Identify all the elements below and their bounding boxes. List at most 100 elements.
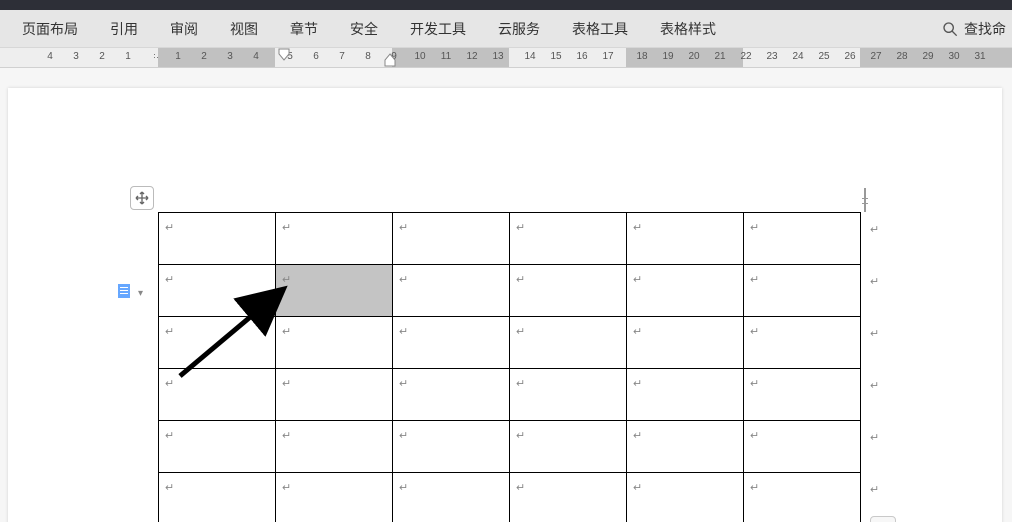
menu-chapter[interactable]: 章节 [274,10,334,47]
table-cell[interactable]: ↵ [159,317,276,369]
ruler-column-marker [154,54,162,62]
table-cell[interactable]: ↵ [276,317,393,369]
table-cell[interactable]: ↵ [276,421,393,473]
table-row: ↵↵↵↵↵↵ [159,265,861,317]
ruler-number: 6 [310,51,322,62]
table-cell[interactable]: ↵ [510,213,627,265]
table-cell[interactable]: ↵ [627,421,744,473]
add-row-button[interactable]: + [870,516,896,522]
ruler-number: 4 [250,51,262,62]
table-cell[interactable]: ↵ [159,369,276,421]
ruler-number: 21 [714,51,726,62]
search-button[interactable]: 查找命 [942,19,1012,39]
paragraph-mark: ↵ [282,222,291,234]
ruler-number: 27 [870,51,882,62]
table-cell[interactable]: ↵ [159,265,276,317]
menu-view[interactable]: 视图 [214,10,274,47]
menu-page-layout[interactable]: 页面布局 [6,10,94,47]
table-cell[interactable]: ↵ [744,369,861,421]
ruler-number: 10 [414,51,426,62]
ruler-number: 16 [576,51,588,62]
table-cell[interactable]: ↵ [744,317,861,369]
ruler-number: 30 [948,51,960,62]
chevron-down-icon[interactable]: ▾ [138,288,143,299]
table-move-handle[interactable] [130,186,154,210]
table-cell[interactable]: ↵ [744,265,861,317]
table-cell[interactable]: ↵ [510,265,627,317]
table-cell[interactable]: ↵ [510,421,627,473]
document-table[interactable]: ↵↵↵↵↵↵↵↵↵↵↵↵↵↵↵↵↵↵↵↵↵↵↵↵↵↵↵↵↵↵↵↵↵↵↵↵↵↵↵↵… [158,212,861,522]
paragraph-mark: ↵ [633,326,642,338]
table-cell[interactable]: ↵ [627,369,744,421]
table-cell[interactable]: ↵ [627,317,744,369]
paragraph-mark: ↵ [633,274,642,286]
ruler-number: 20 [688,51,700,62]
menu-label: 表格工具 [572,19,628,39]
menu-label: 审阅 [170,19,198,39]
menu-label: 云服务 [498,19,540,39]
table-cell[interactable]: ↵ [276,473,393,522]
paragraph-mark: ↵ [282,482,291,494]
paragraph-mark: ↵ [282,274,291,286]
table-cell[interactable]: ↵ [744,213,861,265]
table-cell[interactable]: ↵ [393,265,510,317]
ruler-number: 2 [198,51,210,62]
ruler-number: 28 [896,51,908,62]
ruler-number: 23 [766,51,778,62]
table-cell[interactable]: ↵ [510,473,627,522]
search-icon [942,21,958,37]
ruler-number: 3 [70,51,82,62]
paragraph-mark: ↵ [750,326,759,338]
table-resize-handle[interactable] [864,188,866,212]
table-cell[interactable]: ↵ [276,265,393,317]
document-area[interactable]: ▾ ↵↵↵↵↵↵↵↵↵↵↵↵↵↵↵↵↵↵↵↵↵↵↵↵↵↵↵↵↵↵↵↵↵↵↵↵↵↵… [0,68,1012,522]
titlebar [0,0,1012,10]
table-cell[interactable]: ↵ [627,213,744,265]
table-cell[interactable]: ↵ [627,265,744,317]
table-cell[interactable]: ↵ [510,369,627,421]
paragraph-mark: ↵ [633,222,642,234]
paragraph-mark: ↵ [399,430,408,442]
table-row: ↵↵↵↵↵↵ [159,421,861,473]
menu-cloud[interactable]: 云服务 [482,10,556,47]
menu-table-style[interactable]: 表格样式 [644,10,732,47]
table-row: ↵↵↵↵↵↵ [159,473,861,522]
paragraph-mark: ↵ [750,378,759,390]
table-cell[interactable]: ↵ [744,473,861,522]
table-cell[interactable]: ↵ [393,213,510,265]
menu-developer[interactable]: 开发工具 [394,10,482,47]
paragraph-mark: ↵ [633,482,642,494]
move-icon [134,190,150,206]
hanging-indent-marker[interactable] [384,48,396,68]
table-cell[interactable]: ↵ [159,473,276,522]
ruler-number: 31 [974,51,986,62]
table-cell[interactable]: ↵ [276,213,393,265]
table-cell[interactable]: ↵ [393,317,510,369]
table-cell[interactable]: ↵ [159,421,276,473]
table-cell[interactable]: ↵ [510,317,627,369]
paste-options-icon[interactable] [118,284,134,300]
paragraph-mark: ↵ [399,222,408,234]
menu-reference[interactable]: 引用 [94,10,154,47]
first-line-indent-marker[interactable] [278,48,290,68]
table-cell[interactable]: ↵ [393,473,510,522]
paragraph-mark: ↵ [870,275,879,288]
table-cell[interactable]: ↵ [627,473,744,522]
table-cell[interactable]: ↵ [744,421,861,473]
table-cell[interactable]: ↵ [393,369,510,421]
paragraph-mark: ↵ [750,274,759,286]
paragraph-mark: ↵ [516,326,525,338]
paragraph-mark: ↵ [633,430,642,442]
menu-table-tools[interactable]: 表格工具 [556,10,644,47]
menu-review[interactable]: 审阅 [154,10,214,47]
ruler-number: 29 [922,51,934,62]
paragraph-mark: ↵ [516,378,525,390]
ruler-number: 13 [492,51,504,62]
table-cell[interactable]: ↵ [159,213,276,265]
menu-security[interactable]: 安全 [334,10,394,47]
table-cell[interactable]: ↵ [276,369,393,421]
table-cell[interactable]: ↵ [393,421,510,473]
horizontal-ruler[interactable]: 4 3 2 1 1 2 3 4 5 6 7 8 9 10 11 12 13 14… [0,48,1012,68]
menu-bar: 页面布局 引用 审阅 视图 章节 安全 开发工具 云服务 表格工具 表格样式 查… [0,10,1012,48]
paragraph-mark: ↵ [282,326,291,338]
